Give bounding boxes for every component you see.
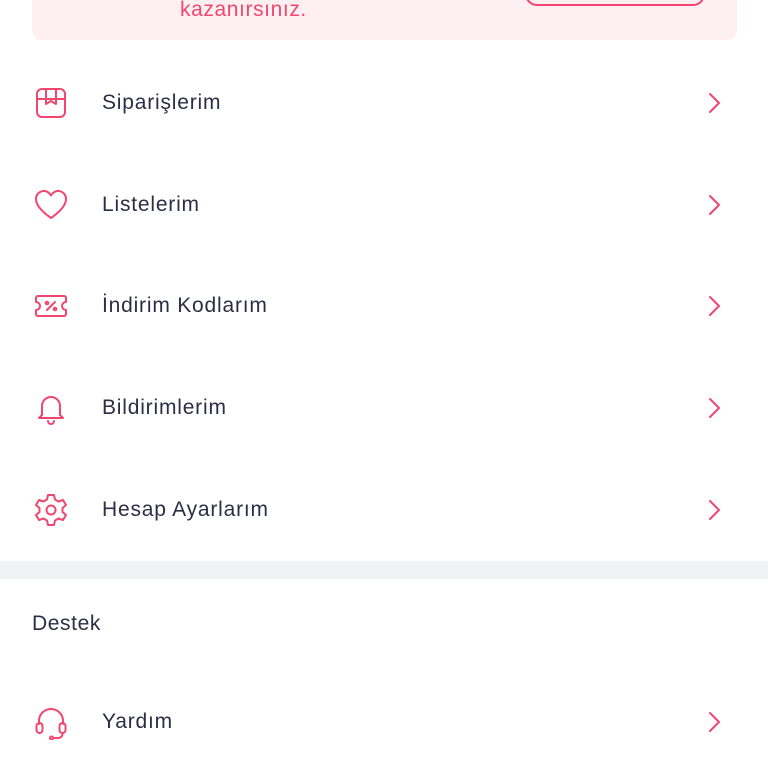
coupon-icon bbox=[33, 288, 69, 324]
promo-text: kazanırsınız. bbox=[180, 0, 307, 21]
account-page: kazanırsınız. Siparişlerim Listelerim İn… bbox=[0, 0, 768, 768]
menu-item-notifications[interactable]: Bildirimlerim bbox=[0, 357, 768, 459]
bell-icon bbox=[33, 390, 69, 426]
heart-icon bbox=[33, 187, 69, 223]
chevron-right-icon bbox=[704, 294, 724, 318]
chevron-right-icon bbox=[704, 498, 724, 522]
menu-item-coupons[interactable]: İndirim Kodlarım bbox=[0, 256, 768, 358]
chevron-right-icon bbox=[704, 91, 724, 115]
menu-item-account-settings[interactable]: Hesap Ayarlarım bbox=[0, 459, 768, 561]
menu-item-label: Bildirimlerim bbox=[102, 396, 227, 420]
support-menu: Yardım bbox=[0, 671, 768, 768]
menu-item-help[interactable]: Yardım bbox=[0, 671, 768, 768]
menu-item-orders[interactable]: Siparişlerim bbox=[0, 52, 768, 154]
gear-icon bbox=[33, 492, 69, 528]
account-menu: Siparişlerim Listelerim İndirim Kodlarım… bbox=[0, 52, 768, 561]
section-divider bbox=[0, 561, 768, 579]
promo-button[interactable] bbox=[525, 0, 705, 6]
menu-item-lists[interactable]: Listelerim bbox=[0, 154, 768, 256]
promo-banner: kazanırsınız. bbox=[32, 0, 737, 40]
menu-item-label: İndirim Kodlarım bbox=[102, 294, 268, 318]
chevron-right-icon bbox=[704, 710, 724, 734]
chevron-right-icon bbox=[704, 193, 724, 217]
menu-item-label: Hesap Ayarlarım bbox=[102, 497, 269, 521]
menu-item-label: Listelerim bbox=[102, 192, 200, 216]
menu-item-label: Siparişlerim bbox=[102, 90, 222, 114]
chevron-right-icon bbox=[704, 396, 724, 420]
package-icon bbox=[33, 85, 69, 121]
section-title-support: Destek bbox=[32, 612, 101, 635]
menu-item-label: Yardım bbox=[102, 709, 173, 733]
headset-icon bbox=[33, 704, 69, 740]
